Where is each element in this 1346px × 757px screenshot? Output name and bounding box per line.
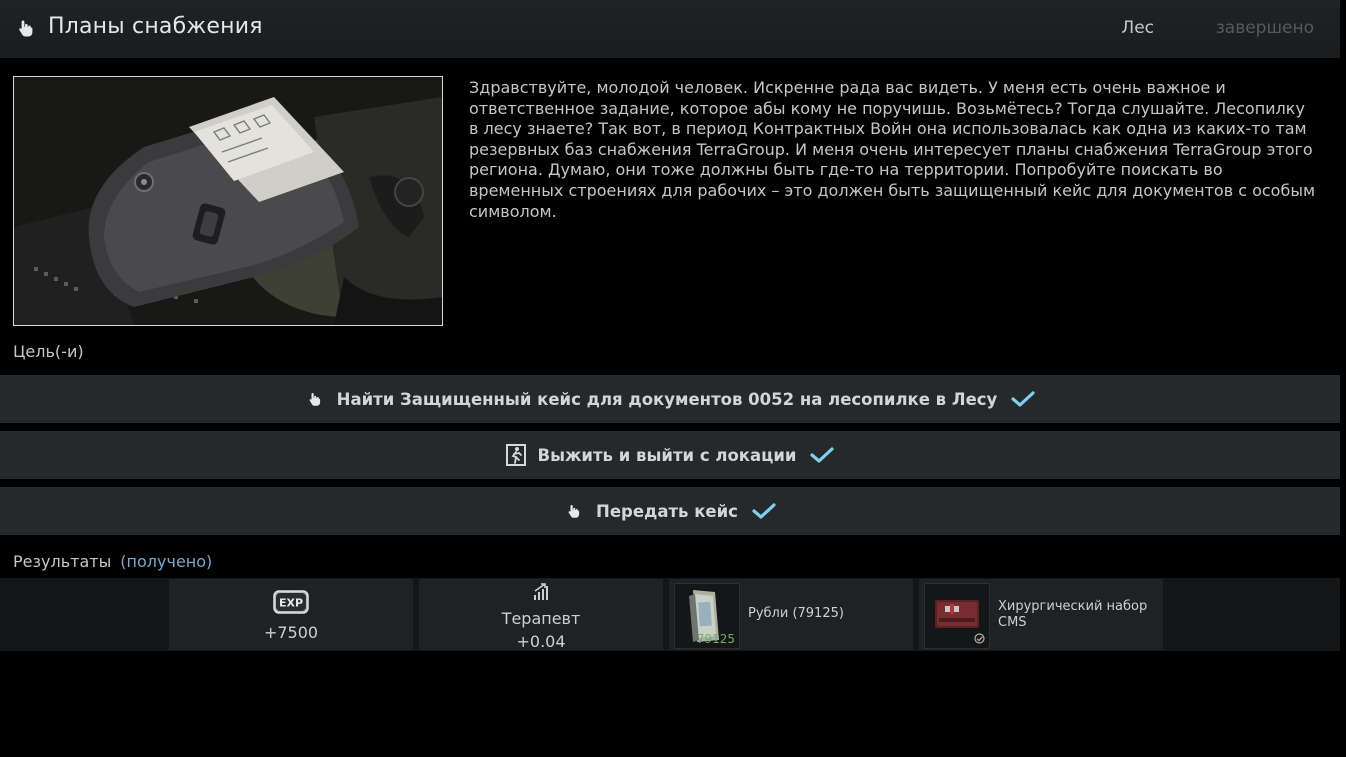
hand-pointer-icon [19,20,33,37]
quest-header: Планы снабжения Лес завершено [0,0,1340,58]
quest-status: завершено [1215,18,1314,38]
objective-find-case: Найти Защищенный кейс для документов 005… [0,375,1340,423]
exp-value: +7500 [263,623,319,642]
skill-level-icon [534,583,548,600]
results-label: Результаты (получено) [13,552,212,571]
window-edge [1340,0,1346,757]
quest-image [13,76,443,326]
roubles-name: Рубли (79125) [748,606,844,621]
surgical-kit-item-cell[interactable] [924,583,990,649]
reward-surgical-kit[interactable]: Хирургический набор CMS [919,579,1163,650]
surgical-kit-name: Хирургический набор CMS [998,599,1148,630]
objective-text: Найти Защищенный кейс для документов 005… [336,389,998,409]
reward-roubles[interactable]: 79125 Рубли (79125) [669,579,913,650]
roubles-count: 79125 [696,632,735,646]
reward-skill: Терапевт +0.04 [419,579,663,651]
check-icon [1011,391,1035,407]
results-title: Результаты [13,552,112,571]
goals-label: Цель(-и) [13,342,84,361]
exit-door-icon [505,444,526,466]
check-icon [810,447,835,463]
objective-hand-over-case: Передать кейс [0,487,1340,535]
objective-survive-exit: Выжить и выйти с локации [0,431,1340,479]
hand-pointer-icon [305,388,325,410]
objective-text: Выжить и выйти с локации [537,445,797,465]
exp-badge-icon: EXP [273,590,309,614]
skill-name: Терапевт [501,609,581,628]
roubles-item-cell[interactable]: 79125 [674,583,740,649]
hand-pointer-icon [564,500,584,522]
exp-badge-text: EXP [279,597,303,610]
skill-value: +0.04 [516,632,566,651]
objective-text: Передать кейс [596,501,738,521]
found-in-raid-check-icon [974,633,985,644]
quest-title: Планы снабжения [48,14,263,39]
quest-description: Здравствуйте, молодой человек. Искренне … [469,78,1316,221]
reward-experience: EXP +7500 [169,579,413,650]
results-received-status: (получено) [120,552,213,571]
quest-location: Лес [1121,18,1154,38]
check-icon [752,503,776,519]
